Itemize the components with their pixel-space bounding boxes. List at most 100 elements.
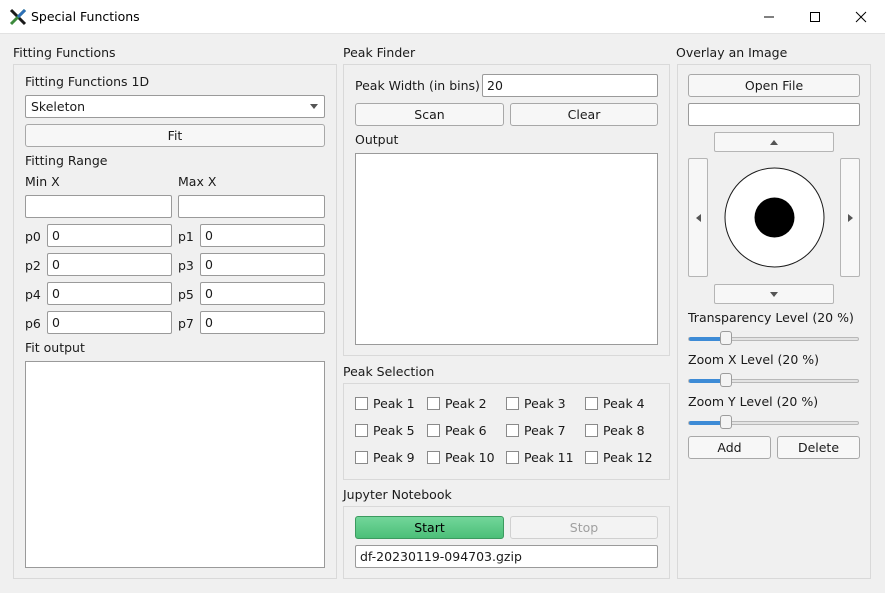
close-icon — [855, 11, 867, 23]
peak-finder-title: Peak Finder — [343, 45, 416, 60]
move-left-button[interactable] — [688, 158, 708, 277]
max-x-input[interactable] — [178, 195, 325, 218]
scan-button[interactable]: Scan — [355, 103, 504, 126]
param-input-p3[interactable]: 0 — [200, 253, 325, 276]
checkbox-icon — [355, 451, 368, 464]
param-input-p7[interactable]: 0 — [200, 311, 325, 334]
param-label: p7 — [178, 316, 194, 331]
param-input-p2[interactable]: 0 — [47, 253, 172, 276]
param-label: p6 — [25, 316, 41, 331]
checkbox-icon — [355, 397, 368, 410]
param-input-p0[interactable]: 0 — [47, 224, 172, 247]
param-label: p1 — [178, 229, 194, 244]
param-label: p3 — [178, 258, 194, 273]
peak-output-textarea[interactable] — [355, 153, 658, 345]
slider-handle[interactable] — [720, 373, 732, 387]
app-logo-icon — [9, 8, 27, 26]
fit-output-label: Fit output — [25, 340, 85, 355]
transparency-slider[interactable] — [688, 331, 859, 345]
peak-checkbox-7[interactable]: Peak 7 — [506, 423, 566, 438]
param-label: p0 — [25, 229, 41, 244]
move-down-button[interactable] — [714, 284, 834, 304]
peak-width-label: Peak Width (in bins) — [355, 78, 480, 93]
peak-label: Peak 5 — [373, 423, 415, 438]
peak-checkbox-2[interactable]: Peak 2 — [427, 396, 487, 411]
peak-label: Peak 3 — [524, 396, 566, 411]
fit-button[interactable]: Fit — [25, 124, 325, 147]
peak-label: Peak 8 — [603, 423, 645, 438]
checkbox-icon — [427, 451, 440, 464]
fitting-functions-title: Fitting Functions — [13, 45, 116, 60]
zoom-x-label: Zoom X Level (20 %) — [688, 352, 820, 367]
peak-checkbox-5[interactable]: Peak 5 — [355, 423, 415, 438]
checkbox-icon — [585, 451, 598, 464]
window-title: Special Functions — [31, 9, 140, 24]
move-right-button[interactable] — [840, 158, 860, 277]
peak-checkbox-11[interactable]: Peak 11 — [506, 450, 574, 465]
stop-button[interactable]: Stop — [510, 516, 658, 539]
fitting-functions-1d-label: Fitting Functions 1D — [25, 74, 150, 89]
overlay-file-input[interactable] — [688, 103, 860, 126]
param-label: p4 — [25, 287, 41, 302]
peak-label: Peak 7 — [524, 423, 566, 438]
max-x-label: Max X — [178, 174, 217, 189]
move-up-button[interactable] — [714, 132, 834, 152]
peak-label: Peak 11 — [524, 450, 574, 465]
start-button[interactable]: Start — [355, 516, 504, 539]
peak-label: Peak 1 — [373, 396, 415, 411]
peak-checkbox-8[interactable]: Peak 8 — [585, 423, 645, 438]
zoom-y-label: Zoom Y Level (20 %) — [688, 394, 819, 409]
peak-label: Peak 9 — [373, 450, 415, 465]
delete-button[interactable]: Delete — [777, 436, 860, 459]
peak-checkbox-4[interactable]: Peak 4 — [585, 396, 645, 411]
zoom-y-slider[interactable] — [688, 415, 859, 429]
output-label: Output — [355, 132, 399, 147]
param-input-p4[interactable]: 0 — [47, 282, 172, 305]
fit-output-textarea[interactable] — [25, 361, 325, 568]
param-input-p5[interactable]: 0 — [200, 282, 325, 305]
peak-checkbox-9[interactable]: Peak 9 — [355, 450, 415, 465]
param-label: p2 — [25, 258, 41, 273]
add-button[interactable]: Add — [688, 436, 771, 459]
clear-button[interactable]: Clear — [510, 103, 658, 126]
slider-handle[interactable] — [720, 415, 732, 429]
chevron-down-icon — [310, 104, 318, 109]
position-joystick[interactable] — [724, 167, 825, 268]
transparency-label: Transparency Level (20 %) — [688, 310, 854, 325]
joystick-knob[interactable] — [754, 197, 795, 238]
param-input-p1[interactable]: 0 — [200, 224, 325, 247]
peak-label: Peak 12 — [603, 450, 653, 465]
maximize-button[interactable] — [792, 0, 838, 34]
open-file-button[interactable]: Open File — [688, 74, 860, 97]
min-x-input[interactable] — [25, 195, 172, 218]
peak-checkbox-6[interactable]: Peak 6 — [427, 423, 487, 438]
arrow-left-icon — [695, 213, 701, 222]
peak-checkbox-1[interactable]: Peak 1 — [355, 396, 415, 411]
arrow-down-icon — [770, 291, 778, 297]
title-bar: Special Functions — [0, 0, 885, 34]
function-select[interactable]: Skeleton — [25, 95, 325, 118]
close-button[interactable] — [838, 0, 884, 34]
param-input-p6[interactable]: 0 — [47, 311, 172, 334]
param-label: p5 — [178, 287, 194, 302]
notebook-file-input[interactable]: df-20230119-094703.gzip — [355, 545, 658, 568]
slider-handle[interactable] — [720, 331, 732, 345]
fitting-range-label: Fitting Range — [25, 153, 108, 168]
peak-checkbox-10[interactable]: Peak 10 — [427, 450, 495, 465]
peak-width-input[interactable]: 20 — [482, 74, 658, 97]
zoom-x-slider[interactable] — [688, 373, 859, 387]
arrow-right-icon — [847, 213, 853, 222]
checkbox-icon — [427, 424, 440, 437]
peak-checkbox-3[interactable]: Peak 3 — [506, 396, 566, 411]
arrow-up-icon — [770, 139, 778, 145]
minimize-button[interactable] — [746, 0, 792, 34]
peak-label: Peak 2 — [445, 396, 487, 411]
min-x-label: Min X — [25, 174, 60, 189]
peak-label: Peak 10 — [445, 450, 495, 465]
jupyter-notebook-title: Jupyter Notebook — [343, 487, 452, 502]
checkbox-icon — [585, 397, 598, 410]
overlay-image-title: Overlay an Image — [676, 45, 788, 60]
checkbox-icon — [427, 397, 440, 410]
peak-label: Peak 6 — [445, 423, 487, 438]
peak-checkbox-12[interactable]: Peak 12 — [585, 450, 653, 465]
